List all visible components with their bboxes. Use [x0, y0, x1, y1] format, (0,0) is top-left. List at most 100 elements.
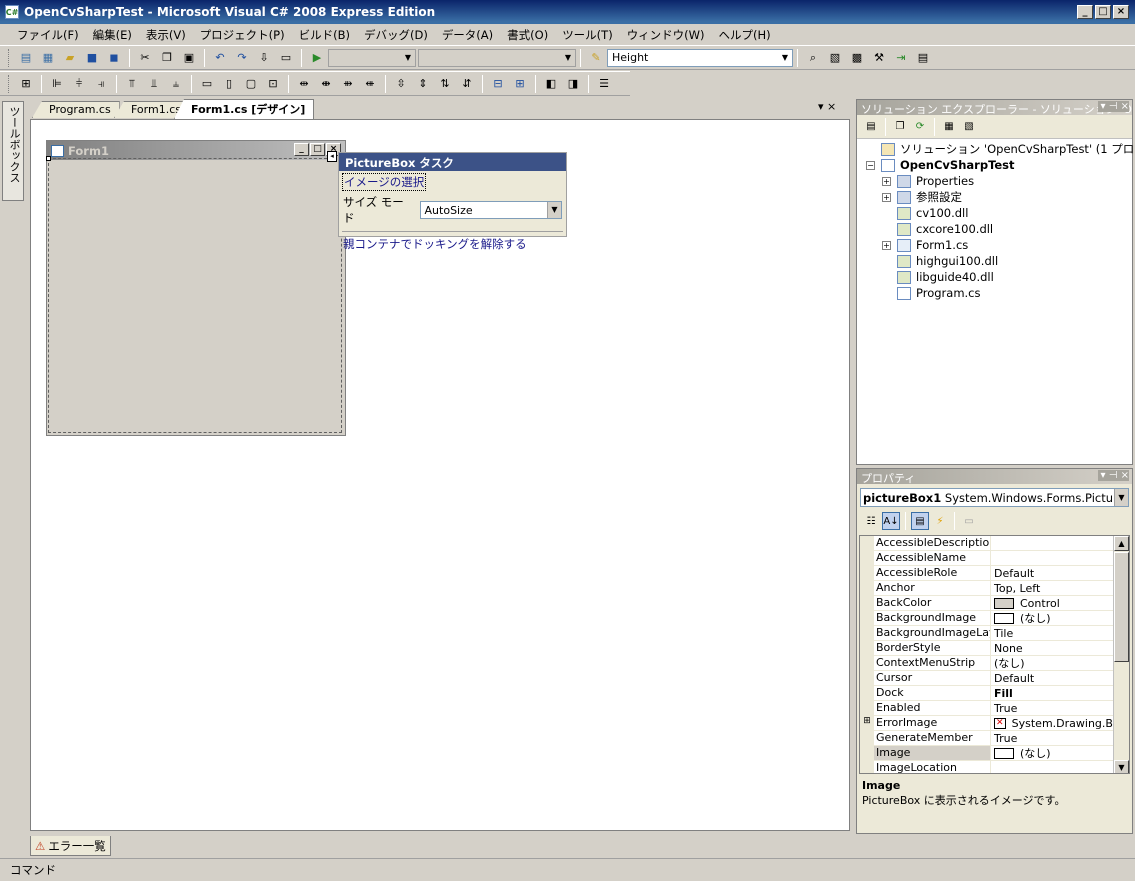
menu-file[interactable]: ファイル(F): [10, 27, 86, 43]
find-icon[interactable]: ▭: [277, 49, 295, 67]
cut-icon[interactable]: ✂: [136, 49, 154, 67]
property-value[interactable]: [991, 536, 1116, 550]
property-value[interactable]: (なし): [991, 656, 1116, 670]
vertical-spacing-equal-icon[interactable]: ⇳: [392, 75, 410, 93]
size-mode-select[interactable]: AutoSize ▼: [419, 201, 562, 219]
menu-view[interactable]: 表示(V): [139, 27, 193, 43]
menu-edit[interactable]: 編集(E): [86, 27, 139, 43]
tree-expander-icon[interactable]: +: [882, 176, 891, 186]
property-grid-scrollbar[interactable]: ▲ ▼: [1113, 536, 1129, 773]
tree-item[interactable]: − OpenCvSharpTest: [866, 157, 1015, 173]
align-tops-icon[interactable]: ⫪: [123, 75, 141, 93]
show-all-files-icon[interactable]: ❐: [891, 118, 909, 136]
start-debug-icon[interactable]: ▶: [308, 49, 326, 67]
menu-project[interactable]: プロジェクト(P): [193, 27, 292, 43]
property-row[interactable]: Image (なし): [860, 746, 1116, 761]
close-button[interactable]: ×: [1113, 5, 1129, 19]
vertical-spacing-remove-icon[interactable]: ⇵: [458, 75, 476, 93]
property-value[interactable]: None: [991, 641, 1116, 655]
tree-item[interactable]: cv100.dll: [882, 205, 968, 221]
tree-item[interactable]: highgui100.dll: [882, 253, 998, 269]
new-project-icon[interactable]: ▤: [17, 49, 35, 67]
tab-form1-design[interactable]: Form1.cs [デザイン]: [174, 99, 315, 119]
horizontal-spacing-decrease-icon[interactable]: ⇻: [339, 75, 357, 93]
categorized-icon[interactable]: ☷: [862, 512, 880, 530]
scroll-thumb[interactable]: [1114, 552, 1129, 662]
properties-icon[interactable]: ▤: [862, 118, 880, 136]
size-to-grid-icon[interactable]: ⊡: [264, 75, 282, 93]
find-in-files-icon[interactable]: ⌕: [804, 49, 822, 67]
vertical-spacing-decrease-icon[interactable]: ⇅: [436, 75, 454, 93]
property-value[interactable]: Top, Left: [991, 581, 1116, 595]
property-row[interactable]: AccessibleDescription: [860, 536, 1116, 551]
property-row[interactable]: ContextMenuStrip (なし): [860, 656, 1116, 671]
tree-item[interactable]: ソリューション 'OpenCvSharpTest' (1 プロジェクト): [866, 141, 1135, 157]
property-row[interactable]: GenerateMember True: [860, 731, 1116, 746]
toolbox-tab[interactable]: ツールボックス: [2, 101, 24, 201]
chevron-down-icon[interactable]: ▼: [1114, 489, 1128, 506]
events-lightning-icon[interactable]: ⚡: [931, 512, 949, 530]
property-row[interactable]: AccessibleRole Default: [860, 566, 1116, 581]
property-row[interactable]: Dock Fill: [860, 686, 1116, 701]
object-selector[interactable]: pictureBox1 System.Windows.Forms.Picture…: [860, 488, 1129, 507]
undock-link[interactable]: 親コンテナでドッキングを解除する: [339, 234, 566, 254]
navigate-icon[interactable]: ⇩: [255, 49, 273, 67]
toolbar-grip[interactable]: [8, 48, 11, 67]
property-row[interactable]: BackgroundImageLayoutTile: [860, 626, 1116, 641]
picturebox-control[interactable]: [46, 156, 342, 433]
app-icon[interactable]: C#: [5, 5, 19, 19]
save-icon[interactable]: ■: [83, 49, 101, 67]
bring-to-front-icon[interactable]: ◧: [542, 75, 560, 93]
solution-explorer-icon[interactable]: ▧: [826, 49, 844, 67]
align-middles-icon[interactable]: ⫫: [145, 75, 163, 93]
horizontal-spacing-increase-icon[interactable]: ⇼: [317, 75, 335, 93]
panel-pin-buttons[interactable]: ▾ ⊣ ×: [1097, 470, 1129, 481]
menu-tools[interactable]: ツール(T): [555, 27, 620, 43]
tree-item[interactable]: Program.cs: [882, 285, 981, 301]
property-expander[interactable]: ⊞: [860, 716, 874, 731]
alphabetical-icon[interactable]: A↓: [882, 512, 900, 530]
property-value[interactable]: [991, 551, 1116, 565]
horizontal-spacing-equal-icon[interactable]: ⇹: [295, 75, 313, 93]
tab-controls[interactable]: ▾ ×: [818, 100, 836, 113]
menu-help[interactable]: ヘルプ(H): [712, 27, 778, 43]
tree-item[interactable]: + 参照設定: [882, 189, 962, 205]
align-lefts-icon[interactable]: ⊫: [48, 75, 66, 93]
save-all-icon[interactable]: ◼: [105, 49, 123, 67]
align-centers-icon[interactable]: ⫩: [70, 75, 88, 93]
maximize-button[interactable]: □: [1095, 5, 1111, 19]
property-value[interactable]: Fill: [991, 686, 1116, 700]
center-vertically-icon[interactable]: ⊞: [511, 75, 529, 93]
menu-format[interactable]: 書式(O): [500, 27, 555, 43]
property-row[interactable]: BackgroundImage (なし): [860, 611, 1116, 626]
property-row[interactable]: Cursor Default: [860, 671, 1116, 686]
paste-icon[interactable]: ▣: [180, 49, 198, 67]
property-value[interactable]: ✕ System.Drawing.Bi: [991, 716, 1116, 730]
property-value[interactable]: (なし): [991, 746, 1116, 760]
choose-image-link[interactable]: イメージの選択: [342, 173, 427, 191]
property-value[interactable]: Tile: [991, 626, 1116, 640]
property-value[interactable]: Control: [991, 596, 1116, 610]
smart-tag-glyph-icon[interactable]: ◂: [327, 151, 337, 162]
scroll-up-button[interactable]: ▲: [1114, 536, 1129, 551]
tree-expander-icon[interactable]: −: [866, 160, 875, 170]
properties-edit-icon[interactable]: ✎: [587, 49, 605, 67]
property-row[interactable]: ⊞ ErrorImage ✕ System.Drawing.Bi: [860, 716, 1116, 731]
horizontal-spacing-remove-icon[interactable]: ⇺: [361, 75, 379, 93]
send-to-back-icon[interactable]: ◨: [564, 75, 582, 93]
center-horizontally-icon[interactable]: ⊟: [489, 75, 507, 93]
view-code-icon[interactable]: ▦: [940, 118, 958, 136]
tree-item[interactable]: libguide40.dll: [882, 269, 994, 285]
property-value[interactable]: True: [991, 701, 1116, 715]
property-value[interactable]: [991, 761, 1116, 773]
property-row[interactable]: Enabled True: [860, 701, 1116, 716]
menu-data[interactable]: データ(A): [435, 27, 500, 43]
make-same-height-icon[interactable]: ▯: [220, 75, 238, 93]
align-rights-icon[interactable]: ⫣: [92, 75, 110, 93]
make-same-width-icon[interactable]: ▭: [198, 75, 216, 93]
make-same-size-icon[interactable]: ▢: [242, 75, 260, 93]
toolbox-icon[interactable]: ⚒: [870, 49, 888, 67]
tree-expander-icon[interactable]: +: [882, 240, 891, 250]
panel-pin-buttons[interactable]: ▾ ⊣ ×: [1097, 101, 1129, 112]
property-value[interactable]: (なし): [991, 611, 1116, 625]
